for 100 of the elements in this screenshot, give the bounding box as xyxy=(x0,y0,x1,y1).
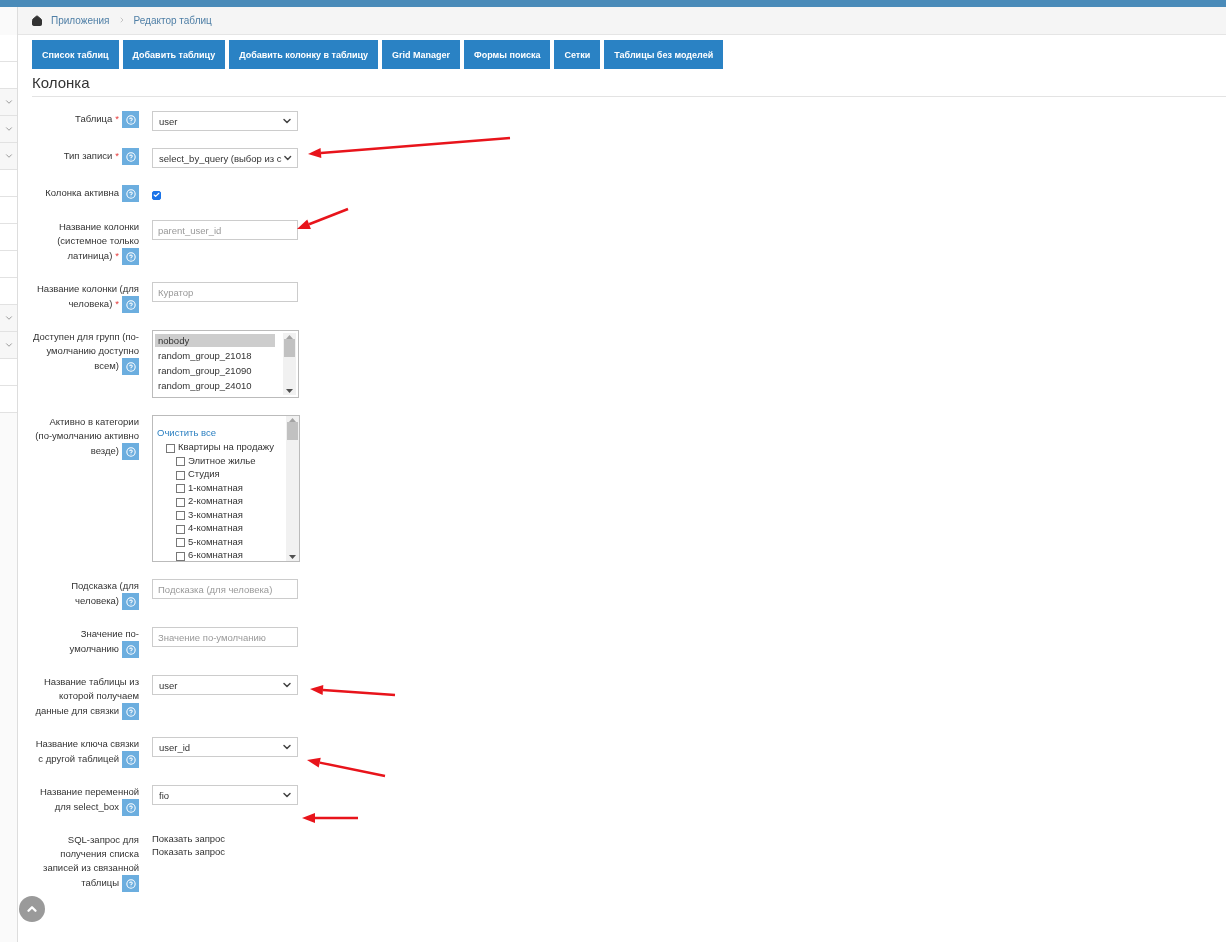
chevron-icon[interactable] xyxy=(3,97,14,107)
category-label: 3-комнатная xyxy=(188,508,243,521)
select-field[interactable]: user_id xyxy=(152,737,298,757)
select-field[interactable]: select_by_query (выбор из с xyxy=(152,148,298,168)
sidebar-item[interactable] xyxy=(0,35,17,62)
show-query-link[interactable]: Показать запрос xyxy=(152,833,298,845)
list-option[interactable]: random_group_21018 xyxy=(155,349,275,362)
select-field[interactable]: fio xyxy=(152,785,298,805)
category-label: Квартиры на продажу xyxy=(178,441,274,454)
checkbox[interactable] xyxy=(176,484,185,494)
field-label: SQL-запрос для получения списка записей из связанной таблицы xyxy=(18,833,139,892)
help-button[interactable] xyxy=(122,799,139,816)
chevron-icon[interactable] xyxy=(3,340,14,350)
help-icon xyxy=(125,446,136,457)
help-button[interactable] xyxy=(122,296,139,313)
category-label: Студия xyxy=(188,468,220,481)
help-button[interactable] xyxy=(122,751,139,768)
checkbox[interactable] xyxy=(176,524,185,534)
annotation-arrow xyxy=(302,813,358,823)
help-button[interactable] xyxy=(122,358,139,375)
sidebar-item[interactable] xyxy=(0,386,17,413)
category-label: 2-комнатная xyxy=(188,495,243,508)
help-icon xyxy=(125,878,136,889)
chevron-icon[interactable] xyxy=(3,124,14,134)
category-label: 1-комнатная xyxy=(188,481,243,494)
scroll-thumb[interactable] xyxy=(287,422,298,440)
nav-button[interactable]: Таблицы без моделей xyxy=(604,40,724,69)
nav-button[interactable]: Список таблиц xyxy=(32,40,119,69)
section-heading: Колонка xyxy=(32,74,1226,97)
annotation-arrow xyxy=(297,207,349,229)
help-button[interactable] xyxy=(122,248,139,265)
checkbox[interactable] xyxy=(152,190,161,200)
sidebar-item[interactable] xyxy=(0,62,17,89)
nav-button[interactable]: Grid Manager xyxy=(382,40,461,69)
text-field[interactable]: Подсказка (для человека) xyxy=(152,579,298,599)
nav-button[interactable]: Формы поиска xyxy=(464,40,551,69)
help-icon xyxy=(125,361,136,372)
checkbox[interactable] xyxy=(176,538,185,548)
help-button[interactable] xyxy=(122,593,139,610)
clear-all-link[interactable]: Очистить все xyxy=(157,427,216,438)
list-option[interactable]: random_group_24010 xyxy=(155,379,275,392)
sidebar-item[interactable] xyxy=(0,197,17,224)
scrollbar[interactable] xyxy=(286,416,299,561)
chevron-icon[interactable] xyxy=(3,151,14,161)
sidebar-item[interactable] xyxy=(0,251,17,278)
help-icon xyxy=(125,596,136,607)
field-label: Название таблицы из которой получаем данные для связки xyxy=(18,675,139,720)
help-button[interactable] xyxy=(122,443,139,460)
checkbox[interactable] xyxy=(166,443,175,453)
list-option[interactable]: random_group_21090 xyxy=(155,364,275,377)
help-icon xyxy=(125,754,136,765)
help-button[interactable] xyxy=(122,185,139,202)
field-label: Значение по-умолчанию xyxy=(18,627,139,658)
breadcrumb-link[interactable]: Редактор таблиц xyxy=(133,15,212,26)
sidebar-item[interactable] xyxy=(0,170,17,197)
category-label: 6-комнатная xyxy=(188,549,243,561)
help-icon xyxy=(125,299,136,310)
help-button[interactable] xyxy=(122,148,139,165)
home-icon[interactable] xyxy=(31,14,43,27)
help-button[interactable] xyxy=(122,875,139,892)
sidebar-item[interactable] xyxy=(0,278,17,305)
checkbox[interactable] xyxy=(176,457,185,467)
help-button[interactable] xyxy=(122,641,139,658)
select-field[interactable]: user xyxy=(152,675,298,695)
list-option[interactable]: nobody xyxy=(155,334,275,347)
category-label: Элитное жилье xyxy=(188,454,256,467)
field-label: Активно в категории (по-умолчанию активно везде) xyxy=(18,415,139,460)
field-label: Подсказка (для человека) xyxy=(18,579,139,610)
nav-button[interactable]: Добавить таблицу xyxy=(122,40,226,69)
show-query-link[interactable]: Показать запрос xyxy=(152,846,298,858)
help-icon xyxy=(125,251,136,262)
scroll-top-button[interactable] xyxy=(19,896,45,922)
checkbox[interactable] xyxy=(176,551,185,561)
text-field[interactable]: parent_user_id xyxy=(152,220,298,240)
field-label: Название колонки (для человека) * xyxy=(18,282,139,313)
text-field[interactable]: Куратор xyxy=(152,282,298,302)
field-label: Название колонки (системное только латиница) * xyxy=(18,220,139,265)
help-icon xyxy=(125,802,136,813)
help-button[interactable] xyxy=(122,111,139,128)
checkbox[interactable] xyxy=(176,511,185,521)
field-label: Колонка активна xyxy=(18,185,139,202)
group-listbox[interactable]: nobody random_group_21018 random_group_21090 random_group_24010 xyxy=(152,330,299,398)
scrollbar[interactable] xyxy=(283,333,296,395)
nav-button[interactable]: Добавить колонку в таблицу xyxy=(229,40,379,69)
scroll-down-icon[interactable] xyxy=(286,389,293,393)
sidebar-item[interactable] xyxy=(0,359,17,386)
scroll-down-icon[interactable] xyxy=(289,555,296,559)
checkbox[interactable] xyxy=(176,497,185,507)
breadcrumb-link[interactable]: Приложения xyxy=(51,15,110,26)
nav-button[interactable]: Сетки xyxy=(554,40,601,69)
help-button[interactable] xyxy=(122,703,139,720)
text-field[interactable]: Значение по-умолчанию xyxy=(152,627,298,647)
field-label: Доступен для групп (по-умолчанию доступно всем) xyxy=(18,330,139,375)
scroll-thumb[interactable] xyxy=(284,339,295,357)
field-label: Тип записи * xyxy=(18,148,139,165)
sidebar-item[interactable] xyxy=(0,224,17,251)
help-icon xyxy=(125,188,136,199)
select-field[interactable]: user xyxy=(152,111,298,131)
checkbox[interactable] xyxy=(176,470,185,480)
chevron-icon[interactable] xyxy=(3,313,14,323)
